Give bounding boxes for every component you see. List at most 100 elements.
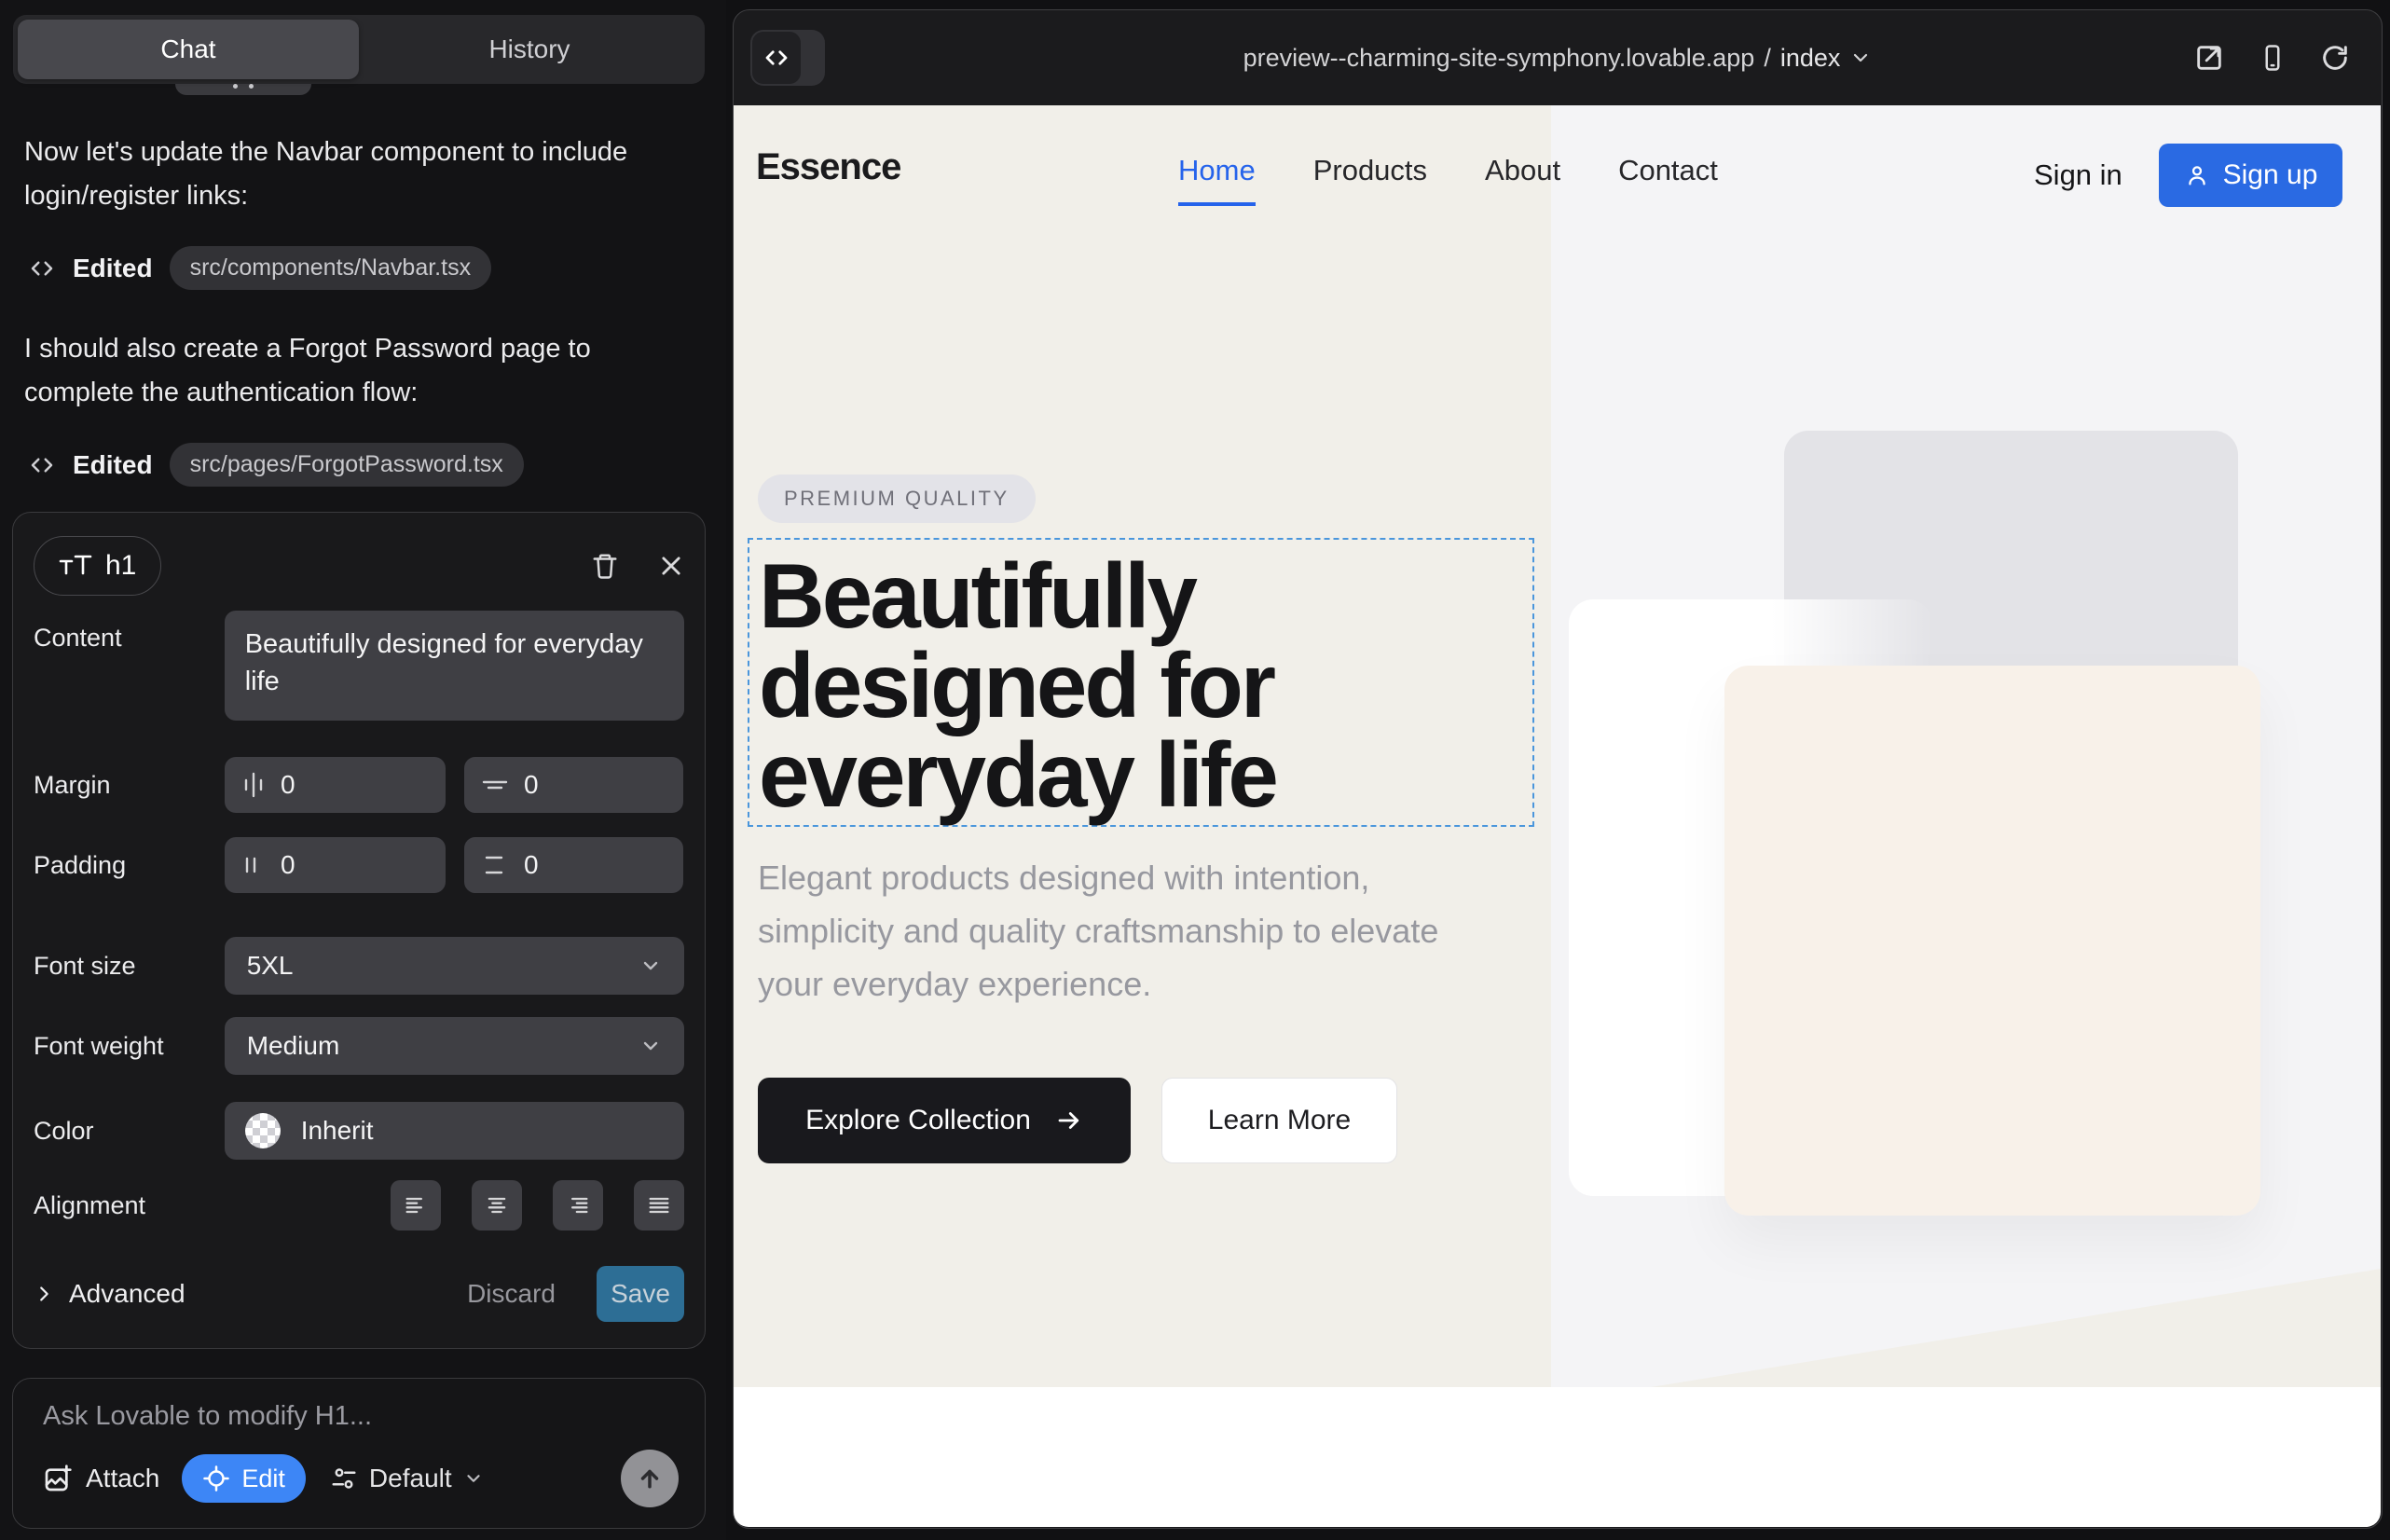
url-separator: / <box>1764 44 1771 73</box>
send-button[interactable] <box>621 1450 679 1507</box>
smartphone-icon <box>2259 42 2287 74</box>
refresh-icon <box>2320 43 2350 73</box>
url-bar[interactable]: preview--charming-site-symphony.lovable.… <box>1243 44 1873 73</box>
selected-element-tag: h1 <box>34 536 161 596</box>
chat-input-box[interactable]: Ask Lovable to modify H1... Attach Edit … <box>12 1378 706 1529</box>
margin-y-input[interactable]: 0 <box>464 757 683 813</box>
file-path-pill[interactable]: src/pages/ForgotPassword.tsx <box>170 443 524 487</box>
align-left-icon <box>403 1192 429 1218</box>
chevron-right-icon <box>34 1284 54 1304</box>
padding-y-input[interactable]: 0 <box>464 837 683 893</box>
close-icon <box>658 553 684 579</box>
model-default-button[interactable]: Default <box>330 1464 484 1493</box>
user-icon <box>2184 162 2210 188</box>
mobile-view-button[interactable] <box>2259 42 2287 74</box>
nav-link-contact[interactable]: Contact <box>1618 154 1718 206</box>
color-select[interactable]: Inherit <box>225 1102 684 1160</box>
tab-history[interactable]: History <box>359 20 700 79</box>
content-label: Content <box>34 624 225 653</box>
sign-in-link[interactable]: Sign in <box>2034 158 2122 192</box>
preview-page: index <box>1780 44 1841 73</box>
nav-link-home[interactable]: Home <box>1178 154 1256 206</box>
padding-x-input[interactable]: 0 <box>225 837 446 893</box>
open-in-new-tab-button[interactable] <box>2193 42 2225 74</box>
chat-input-placeholder: Ask Lovable to modify H1... <box>43 1401 675 1432</box>
align-left-button[interactable] <box>391 1180 441 1231</box>
edited-file-row[interactable]: Edited src/components/Navbar.tsx <box>28 246 688 290</box>
margin-horizontal-icon <box>241 771 266 799</box>
refresh-button[interactable] <box>2320 43 2350 73</box>
explore-collection-button[interactable]: Explore Collection <box>758 1078 1131 1163</box>
code-preview-toggle[interactable] <box>750 30 825 86</box>
sign-up-button[interactable]: Sign up <box>2159 144 2342 207</box>
attach-button[interactable]: Attach <box>43 1464 159 1493</box>
font-size-label: Font size <box>34 952 225 981</box>
advanced-toggle[interactable]: Advanced <box>34 1279 185 1309</box>
file-path-pill[interactable]: src/components/Navbar.tsx <box>170 246 492 290</box>
nav-link-products[interactable]: Products <box>1313 154 1427 206</box>
align-justify-icon <box>646 1192 672 1218</box>
code-icon <box>28 451 56 479</box>
align-right-button[interactable] <box>553 1180 603 1231</box>
edit-label: Edit <box>241 1464 285 1493</box>
image-plus-icon <box>43 1464 73 1493</box>
chat-message: Now let's update the Navbar component to… <box>24 131 688 218</box>
align-justify-button[interactable] <box>634 1180 684 1231</box>
edited-file-row[interactable]: Edited src/pages/ForgotPassword.tsx <box>28 443 688 487</box>
color-label: Color <box>34 1117 225 1146</box>
font-weight-label: Font weight <box>34 1032 225 1061</box>
advanced-label: Advanced <box>69 1279 185 1309</box>
chat-message: I should also create a Forgot Password p… <box>24 327 688 415</box>
content-textarea[interactable]: Beautifully designed for everyday life <box>225 611 684 721</box>
preview-url: preview--charming-site-symphony.lovable.… <box>1243 44 1755 73</box>
element-tag-label: h1 <box>105 550 136 582</box>
sign-up-label: Sign up <box>2223 159 2318 191</box>
padding-label: Padding <box>34 851 225 880</box>
chevron-down-icon <box>639 1035 662 1057</box>
margin-x-value: 0 <box>281 770 295 800</box>
font-weight-select[interactable]: Medium <box>225 1017 684 1075</box>
site-logo[interactable]: Essence <box>756 146 900 188</box>
alignment-label: Alignment <box>34 1191 225 1220</box>
font-weight-value: Medium <box>247 1031 639 1061</box>
chevron-down-icon <box>639 955 662 977</box>
type-icon <box>59 552 94 580</box>
margin-label: Margin <box>34 771 225 800</box>
padding-x-value: 0 <box>281 850 295 880</box>
font-size-select[interactable]: 5XL <box>225 937 684 995</box>
learn-more-button[interactable]: Learn More <box>1161 1078 1397 1163</box>
margin-y-value: 0 <box>524 770 539 800</box>
site-canvas: Essence Home Products About Contact Sign… <box>734 105 2381 1527</box>
nav-link-about[interactable]: About <box>1485 154 1560 206</box>
chat-messages: Now let's update the Navbar component to… <box>24 131 688 524</box>
edit-mode-button[interactable]: Edit <box>182 1454 306 1503</box>
padding-y-value: 0 <box>524 850 539 880</box>
sliders-icon <box>330 1464 358 1492</box>
hero-description: Elegant products designed with intention… <box>758 851 1494 1011</box>
arrow-right-icon <box>1055 1107 1083 1134</box>
code-icon <box>761 44 792 72</box>
preview-topbar: preview--charming-site-symphony.lovable.… <box>734 10 2382 105</box>
explore-collection-label: Explore Collection <box>805 1105 1031 1136</box>
discard-button[interactable]: Discard <box>467 1279 556 1309</box>
decor-card-beige <box>1724 666 2260 1216</box>
delete-element-button[interactable] <box>591 551 619 581</box>
save-button[interactable]: Save <box>597 1266 684 1322</box>
chat-panel: Chat History Now let's update the Navbar… <box>0 0 726 1540</box>
arrow-up-icon <box>636 1464 664 1492</box>
padding-horizontal-icon <box>241 851 266 879</box>
align-right-icon <box>565 1192 591 1218</box>
edited-label: Edited <box>73 450 153 480</box>
element-editor-panel: h1 Content Beautifully designed for ever… <box>12 512 706 1349</box>
tab-chat[interactable]: Chat <box>18 20 359 79</box>
align-center-button[interactable] <box>472 1180 522 1231</box>
site-nav: Home Products About Contact <box>1178 154 1718 206</box>
preview-pane: preview--charming-site-symphony.lovable.… <box>733 9 2383 1529</box>
edited-label: Edited <box>73 254 153 283</box>
close-panel-button[interactable] <box>658 553 684 579</box>
hero-heading[interactable]: Beautifully designed for everyday life <box>759 551 1532 819</box>
target-icon <box>202 1464 230 1492</box>
chat-history-tabs: Chat History <box>13 15 705 84</box>
external-link-icon <box>2193 42 2225 74</box>
margin-x-input[interactable]: 0 <box>225 757 446 813</box>
